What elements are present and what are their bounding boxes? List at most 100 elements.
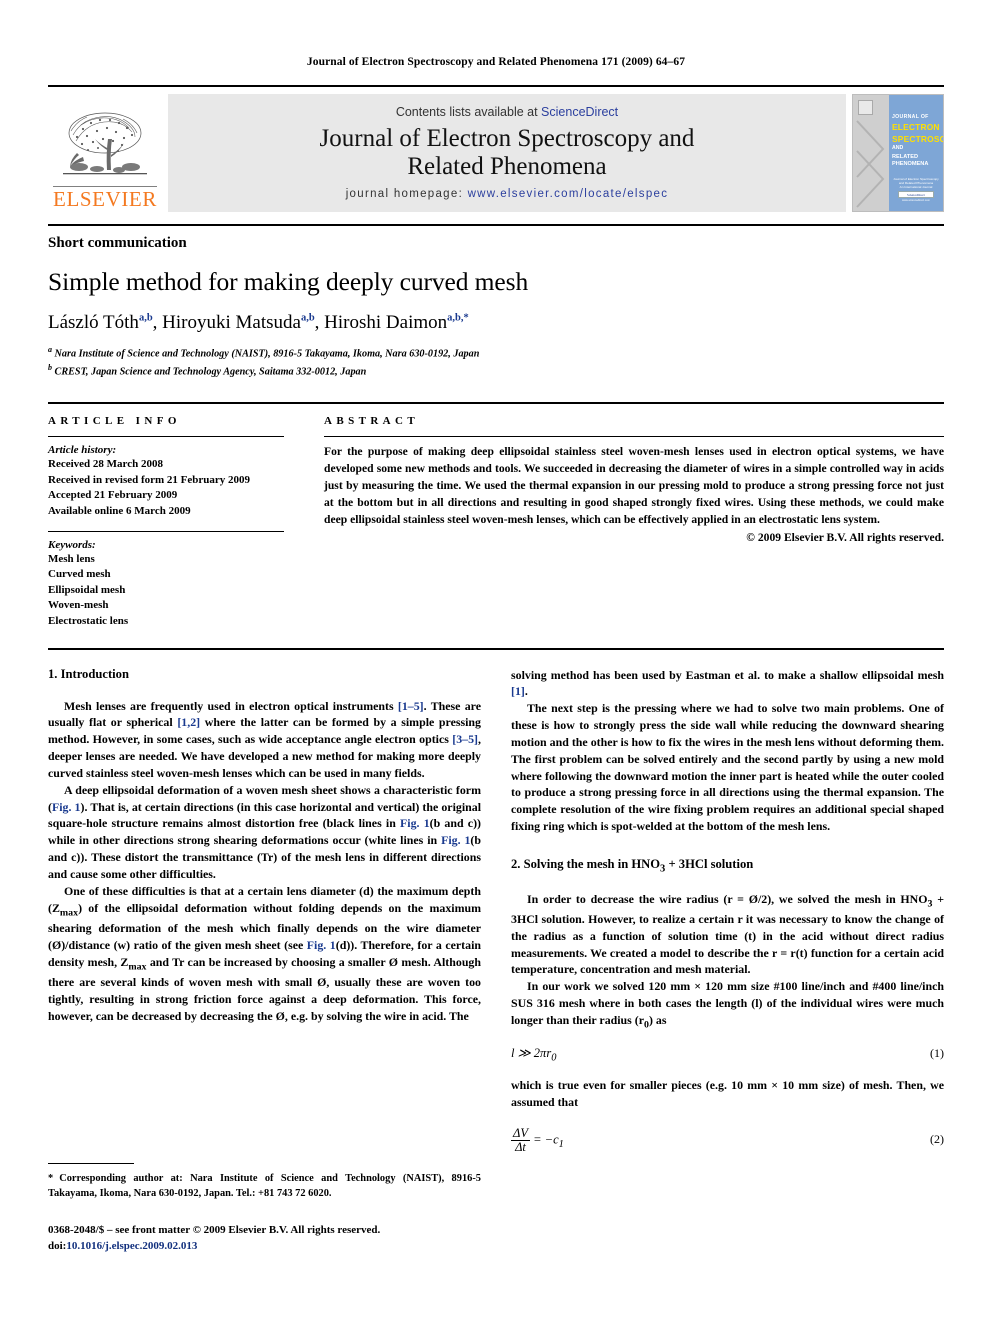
homepage-prefix-text: journal homepage: xyxy=(345,187,468,200)
equation-2: ΔV Δt = −c1 (2) xyxy=(511,1126,944,1154)
cover-sciencedirect-badge: ScienceDirect xyxy=(898,191,934,198)
cover-line-4: AND xyxy=(892,145,904,152)
section-heading-introduction: 1. Introduction xyxy=(48,666,129,681)
keyword-item: Ellipsoidal mesh xyxy=(48,583,126,596)
equation-1-number: (1) xyxy=(930,1046,944,1061)
contents-prefix-text: Contents lists available at xyxy=(395,104,542,119)
paragraph: solving method has been used by Eastman … xyxy=(511,667,944,701)
issn-line: 0368-2048/$ – see front matter © 2009 El… xyxy=(48,1224,381,1237)
citation-link[interactable]: [3–5] xyxy=(452,732,478,746)
equation-1-expression: l ≫ 2πr xyxy=(511,1046,552,1061)
figure-reference-link[interactable]: Fig. 1 xyxy=(441,833,470,847)
keywords-block: Keywords: Mesh lens Curved mesh Ellipsoi… xyxy=(48,530,284,630)
elsevier-logo: ELSEVIER xyxy=(48,94,162,212)
author-separator: , xyxy=(152,312,163,334)
author-affil-marker: a,b xyxy=(138,312,153,324)
footnote-region: * Corresponding author at: Nara Institute… xyxy=(48,1163,481,1255)
article-type-label: Short communication xyxy=(48,235,187,251)
abstract-heading: ABSTRACT xyxy=(324,415,420,428)
equation-2-body: ΔV Δt = −c1 xyxy=(511,1126,564,1154)
journal-homepage-link[interactable]: www.elsevier.com/locate/elspec xyxy=(468,188,669,200)
author-separator: , xyxy=(314,312,325,334)
citation-link[interactable]: [1–5] xyxy=(398,699,424,713)
citation-link[interactable]: [1] xyxy=(511,684,525,698)
paragraph: A deep ellipsoidal deformation of a wove… xyxy=(48,782,481,883)
cover-title-text: JOURNAL OF ELECTRON SPECTROSCOPY AND REL… xyxy=(892,114,943,168)
paragraph: which is true even for smaller pieces (e… xyxy=(511,1077,944,1109)
journal-name-line1: Journal of Electron Spectroscopy and xyxy=(319,124,695,152)
author-name[interactable]: Hiroyuki Matsuda xyxy=(162,312,301,333)
journal-masthead: ELSEVIER Contents lists available at Sci… xyxy=(48,85,944,212)
elsevier-tree-icon xyxy=(63,112,147,175)
issn-copyright-block: 0368-2048/$ – see front matter © 2009 El… xyxy=(48,1223,481,1255)
footnote-divider-rule xyxy=(48,1163,134,1164)
affiliation-list: a Nara Institute of Science and Technolo… xyxy=(48,344,944,380)
journal-cover-thumbnail[interactable]: JOURNAL OF ELECTRON SPECTROSCOPY AND REL… xyxy=(852,94,944,212)
doi-link[interactable]: 10.1016/j.elspec.2009.02.013 xyxy=(66,1240,197,1252)
figure-reference-link[interactable]: Fig. 1 xyxy=(52,800,81,814)
affiliation-marker: a xyxy=(48,345,52,355)
equation-1: l ≫ 2πr0 (1) xyxy=(511,1045,944,1064)
article-info-rule xyxy=(48,436,284,438)
author-name[interactable]: László Tóth xyxy=(48,312,139,333)
article-history-item: Received in revised form 21 February 200… xyxy=(48,473,251,486)
citation-link[interactable]: [1,2] xyxy=(177,715,200,729)
article-header: Short communication Simple method for ma… xyxy=(48,226,944,380)
abstract-copyright: © 2009 Elsevier B.V. All rights reserved… xyxy=(746,530,944,544)
subscript: max xyxy=(128,961,147,973)
paragraph-text: Mesh lenses are frequently used in elect… xyxy=(64,698,398,713)
abstract-rule xyxy=(324,436,944,438)
article-title: Simple method for making deeply curved m… xyxy=(48,267,529,296)
author-affil-marker: a,b xyxy=(300,312,315,324)
body-columns: 1. Introduction Mesh lenses are frequent… xyxy=(48,667,944,1164)
section-heading-text: 2. Solving the mesh in HNO xyxy=(511,856,661,871)
journal-name: Journal of Electron Spectroscopy and Rel… xyxy=(320,125,695,181)
cover-foot-line1: Journal of Electron Spectroscopy and Rel… xyxy=(893,176,939,185)
article-history-item: Received 28 March 2008 xyxy=(48,458,163,471)
journal-title-block: Contents lists available at ScienceDirec… xyxy=(168,94,846,212)
paragraph: One of these difficulties is that at a c… xyxy=(48,883,481,1025)
cover-sciencedirect-url: www.sciencedirect.com xyxy=(902,199,930,202)
affiliation-marker: b xyxy=(48,363,52,373)
fraction-denominator: Δt xyxy=(515,1139,526,1154)
cover-foot-line2: An International Journal xyxy=(899,184,933,189)
journal-homepage-line: journal homepage: www.elsevier.com/locat… xyxy=(346,188,669,200)
paragraph-text: In order to decrease the wire radius (r … xyxy=(527,891,928,906)
corresponding-author-footnote: * Corresponding author at: Nara Institute… xyxy=(48,1172,481,1201)
info-abstract-region: ARTICLE INFO Article history: Received 2… xyxy=(48,402,944,629)
cover-footer-block: Journal of Electron Spectroscopy and Rel… xyxy=(893,177,939,202)
sciencedirect-link[interactable]: ScienceDirect xyxy=(541,105,618,119)
paragraph-text: solving method has been used by Eastman … xyxy=(511,667,944,682)
paragraph: Mesh lenses are frequently used in elect… xyxy=(48,698,481,782)
article-info-column: ARTICLE INFO Article history: Received 2… xyxy=(48,415,284,629)
paragraph-text: In our work we solved 120 mm × 120 mm si… xyxy=(511,979,944,1027)
affiliation-item: a Nara Institute of Science and Technolo… xyxy=(48,344,944,362)
body-column-right: solving method has been used by Eastman … xyxy=(511,667,944,1164)
affiliation-text: CREST, Japan Science and Technology Agen… xyxy=(54,366,367,378)
author-name[interactable]: Hiroshi Daimon xyxy=(324,312,447,333)
paragraph: In order to decrease the wire radius (r … xyxy=(511,891,944,979)
figure-reference-link[interactable]: Fig. 1 xyxy=(307,938,336,952)
cover-line-5: RELATED PHENOMENA xyxy=(892,154,929,168)
equation-1-body: l ≫ 2πr0 xyxy=(511,1045,556,1064)
abstract-text: For the purpose of making deep ellipsoid… xyxy=(324,445,944,526)
affiliation-item: b CREST, Japan Science and Technology Ag… xyxy=(48,362,944,380)
article-info-heading: ARTICLE INFO xyxy=(48,415,181,428)
equation-2-rhs: = −c xyxy=(529,1132,559,1147)
cover-line-3: SPECTROSCOPY xyxy=(892,133,943,144)
cover-corner-logo xyxy=(858,100,873,115)
section-heading-solving-mesh: 2. Solving the mesh in HNO3 + 3HCl solut… xyxy=(511,857,944,875)
keyword-item: Curved mesh xyxy=(48,568,111,581)
keywords-rule xyxy=(48,530,284,532)
cover-line-2: ELECTRON xyxy=(892,121,940,132)
paragraph: The next step is the pressing where we h… xyxy=(511,701,944,834)
cover-chevron-pattern-icon xyxy=(856,120,885,208)
affiliation-text: Nara Institute of Science and Technology… xyxy=(54,348,480,360)
footnote-star-marker: * xyxy=(48,1173,54,1184)
figure-reference-link[interactable]: Fig. 1 xyxy=(400,816,430,830)
doi-line: doi:10.1016/j.elspec.2009.02.013 xyxy=(48,1239,481,1255)
paragraph-text: . xyxy=(524,684,528,699)
elsevier-wordmark: ELSEVIER xyxy=(53,186,157,211)
paragraph-text: ) as xyxy=(648,1012,667,1027)
doi-prefix: doi: xyxy=(48,1240,67,1253)
